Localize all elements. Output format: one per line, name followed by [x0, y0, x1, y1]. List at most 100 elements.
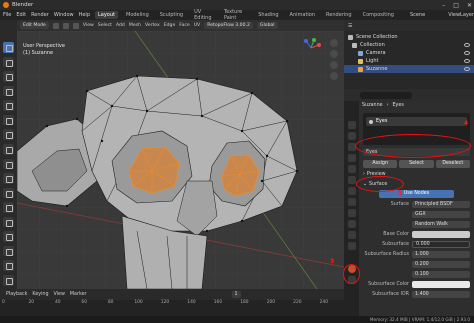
tab-layout[interactable]: Layout	[95, 11, 118, 19]
view-layer-selector[interactable]: ViewLayer	[448, 12, 474, 18]
tick-label: 160	[213, 300, 223, 305]
select-button[interactable]: Select	[399, 160, 434, 168]
outliner-item-collection[interactable]: Collection	[344, 41, 474, 49]
menu-view[interactable]: View	[83, 23, 94, 28]
visibility-eye-icon[interactable]	[464, 51, 470, 55]
menu-file[interactable]: File	[3, 12, 11, 18]
physics-tab-icon[interactable]	[347, 220, 356, 228]
pan-hand-icon[interactable]	[330, 50, 338, 58]
knife-tool-icon[interactable]	[3, 231, 14, 242]
loop-cut-tool-icon[interactable]	[3, 216, 14, 228]
outliner-item-camera[interactable]: Camera	[344, 49, 474, 57]
object-tab-icon[interactable]	[347, 187, 356, 195]
annotate-tool-icon[interactable]	[3, 129, 14, 140]
menu-render[interactable]: Render	[31, 12, 49, 18]
timeline-ruler[interactable]: 0 20 40 60 80 100 120 140 160 180 200 22…	[0, 300, 344, 316]
scene-selector[interactable]: Scene	[410, 12, 425, 18]
subsurface-field[interactable]: 0.000	[412, 241, 470, 248]
menu-help[interactable]: Help	[79, 12, 90, 18]
retopoflow-button[interactable]: RetopoFlow 3.00.2	[204, 22, 253, 29]
transform-orientation-dropdown[interactable]: Global	[256, 22, 278, 29]
menu-edge[interactable]: Edge	[164, 23, 176, 28]
particles-tab-icon[interactable]	[347, 209, 356, 217]
minimize-button[interactable]: –	[442, 2, 445, 9]
menu-edit[interactable]: Edit	[16, 12, 26, 18]
select-box-tool-icon[interactable]	[3, 42, 14, 53]
vertex-select-icon[interactable]	[52, 22, 59, 29]
world-tab-icon[interactable]	[347, 176, 356, 184]
menu-timeline-view[interactable]: View	[54, 292, 65, 297]
outliner-item-suzanne[interactable]: Suzanne	[344, 65, 474, 73]
scene-tab-icon[interactable]	[347, 165, 356, 173]
distribution-dropdown[interactable]: GGX	[412, 211, 470, 218]
visibility-eye-icon[interactable]	[464, 67, 470, 71]
subsurface-radius-z-field[interactable]: 0.100	[412, 271, 470, 278]
properties-search-input[interactable]	[360, 91, 412, 99]
camera-view-icon[interactable]	[330, 61, 338, 69]
face-select-icon[interactable]	[72, 22, 79, 29]
view-layer-tab-icon[interactable]	[347, 154, 356, 162]
base-color-swatch[interactable]	[412, 231, 470, 238]
menu-mesh[interactable]: Mesh	[129, 23, 141, 28]
tab-animation[interactable]: Animation	[287, 11, 319, 19]
current-frame-field[interactable]: 1	[231, 291, 241, 298]
smooth-tool-icon[interactable]	[3, 275, 14, 286]
close-button[interactable]: ✕	[467, 2, 472, 9]
modifier-tab-icon[interactable]	[347, 198, 356, 206]
cursor-tool-icon[interactable]	[3, 56, 14, 68]
bevel-tool-icon[interactable]	[3, 202, 14, 213]
subsurface-method-dropdown[interactable]: Random Walk	[412, 221, 470, 228]
menu-face[interactable]: Face	[179, 23, 189, 28]
navigation-gizmo-icon[interactable]	[300, 37, 322, 59]
outliner-item-light[interactable]: Light	[344, 57, 474, 65]
suzanne-mesh[interactable]	[17, 31, 344, 289]
zoom-icon[interactable]	[330, 39, 338, 47]
visibility-eye-icon[interactable]	[464, 59, 470, 63]
menu-vertex[interactable]: Vertex	[145, 23, 160, 28]
subsurface-radius-y-field[interactable]: 0.200	[412, 261, 470, 268]
menu-playback[interactable]: Playback	[6, 292, 27, 297]
scale-tool-icon[interactable]	[3, 100, 14, 111]
rotate-tool-icon[interactable]	[3, 85, 14, 97]
spin-tool-icon[interactable]	[3, 260, 14, 271]
tab-shading[interactable]: Shading	[255, 11, 281, 19]
tab-compositing[interactable]: Compositing	[360, 11, 397, 19]
outliner-filter-icon[interactable]: ☰	[348, 23, 352, 29]
menu-marker[interactable]: Marker	[70, 292, 87, 297]
menu-keying[interactable]: Keying	[32, 292, 48, 297]
menu-uv[interactable]: UV	[194, 23, 201, 28]
constraints-tab-icon[interactable]	[347, 231, 356, 239]
menu-select[interactable]: Select	[98, 23, 112, 28]
edge-select-icon[interactable]	[62, 22, 69, 29]
menu-add[interactable]: Add	[116, 23, 125, 28]
tab-modeling[interactable]: Modeling	[123, 11, 152, 19]
add-cube-tool-icon[interactable]	[3, 158, 14, 170]
subsurface-ior-field[interactable]: 1.400	[412, 291, 470, 298]
move-tool-icon[interactable]	[3, 71, 14, 82]
data-tab-icon[interactable]	[347, 242, 356, 250]
material-slot-item[interactable]: Eyes	[366, 117, 467, 126]
tool-tab-icon[interactable]	[347, 121, 356, 129]
subsurface-radius-x-field[interactable]: 1.000	[412, 251, 470, 258]
measure-tool-icon[interactable]	[3, 143, 14, 155]
tab-rendering[interactable]: Rendering	[323, 11, 355, 19]
mode-dropdown[interactable]: Edit Mode	[20, 22, 49, 29]
render-tab-icon[interactable]	[347, 132, 356, 140]
deselect-button[interactable]: Deselect	[435, 160, 470, 168]
menu-window[interactable]: Window	[54, 12, 74, 18]
poly-build-tool-icon[interactable]	[3, 245, 14, 257]
assign-button-row: Assign Select Deselect	[363, 160, 470, 168]
visibility-eye-icon[interactable]	[464, 43, 470, 47]
surface-shader-field[interactable]: Principled BSDF	[412, 201, 470, 208]
outliner-item-scene-collection[interactable]: Scene Collection	[344, 33, 474, 41]
inset-tool-icon[interactable]	[3, 187, 14, 199]
assign-button[interactable]: Assign	[363, 160, 398, 168]
grid-toggle-icon[interactable]	[330, 72, 338, 80]
tab-sculpting[interactable]: Sculpting	[157, 11, 186, 19]
transform-tool-icon[interactable]	[3, 114, 14, 126]
subsurface-color-swatch[interactable]	[412, 281, 470, 288]
3d-viewport[interactable]: User Perspective (1) Suzanne	[17, 31, 344, 289]
maximize-button[interactable]: □	[453, 2, 459, 9]
prop-label: Subsurface IOR	[372, 292, 409, 297]
extrude-tool-icon[interactable]	[3, 173, 14, 184]
